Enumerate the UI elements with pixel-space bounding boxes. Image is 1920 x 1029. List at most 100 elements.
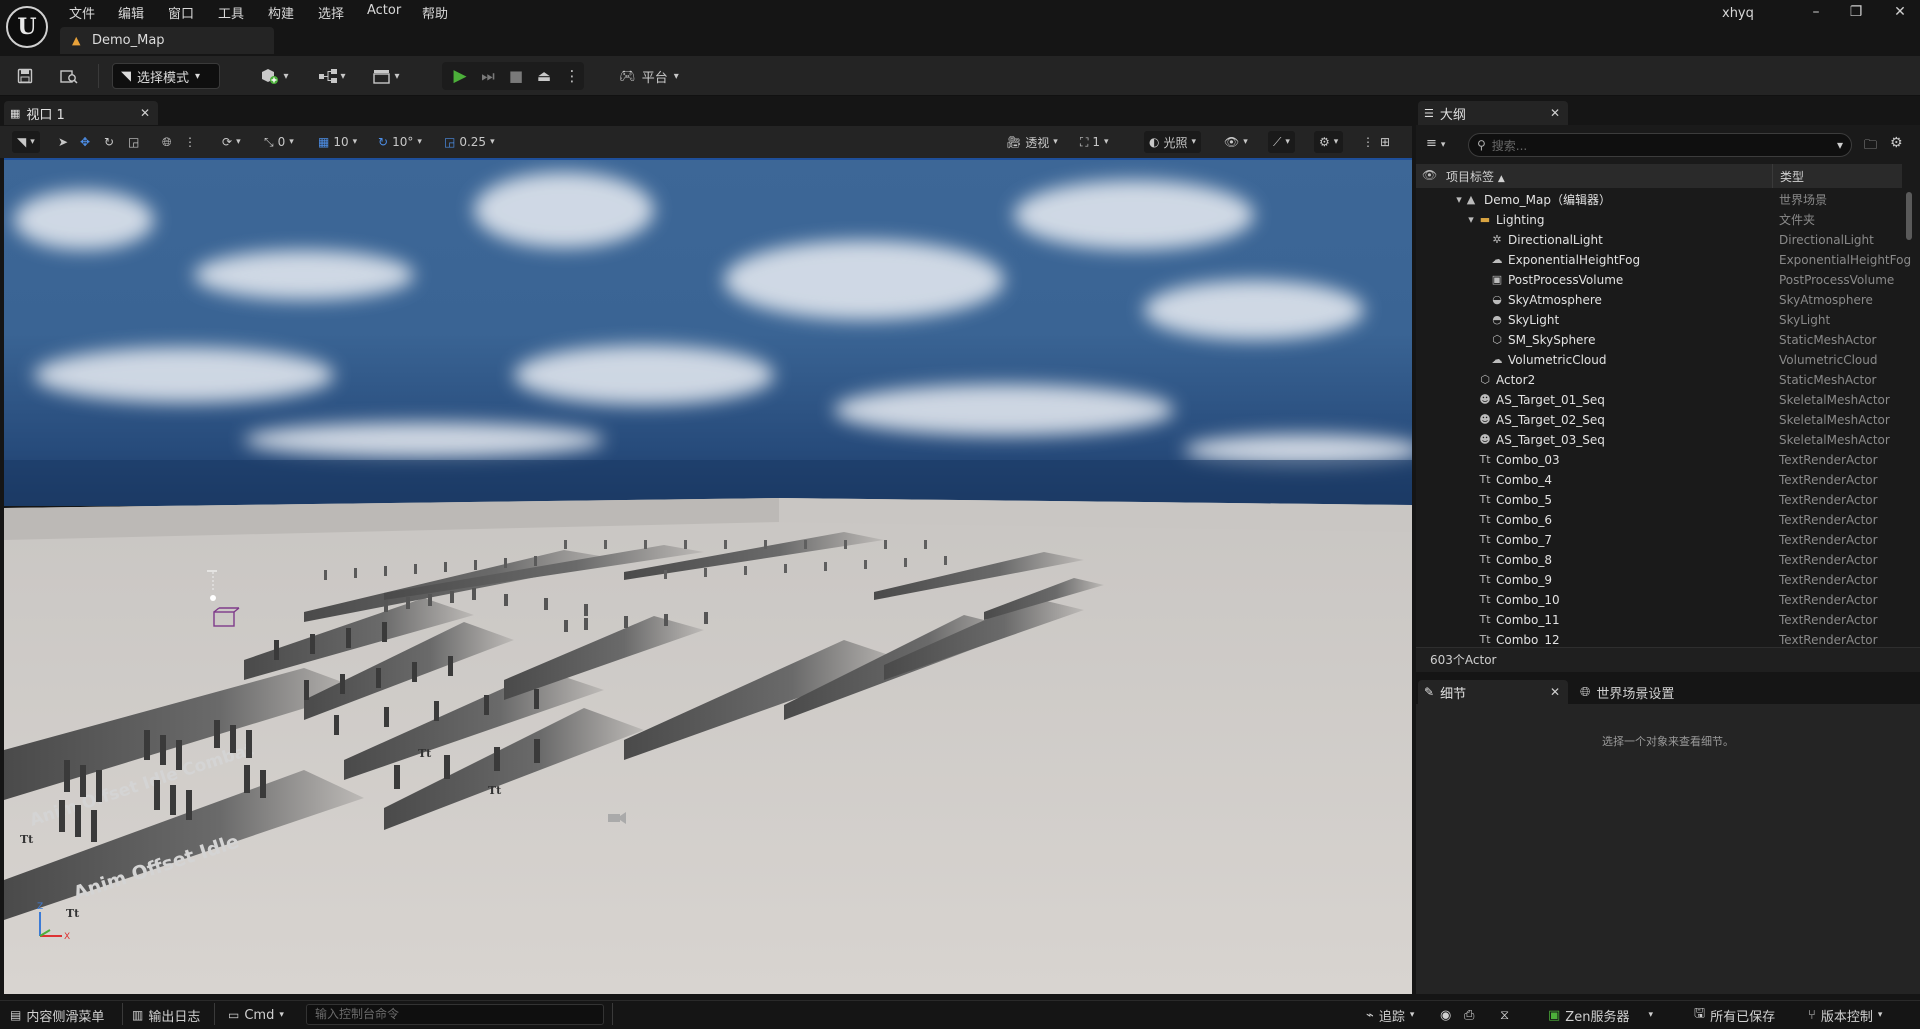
- outliner-row[interactable]: Tt Combo_9 TextRenderActor: [1416, 570, 1902, 590]
- outliner-row[interactable]: ☁ ExponentialHeightFog ExponentialHeightFo…: [1416, 250, 1912, 270]
- eject-icon[interactable]: ⏏: [532, 63, 556, 89]
- menu-help[interactable]: 帮助: [420, 3, 450, 22]
- visibility-eye-icon[interactable]: 👁︎: [1422, 168, 1437, 182]
- scale-tool-icon[interactable]: ◲: [128, 131, 139, 153]
- user-name[interactable]: xhyq: [1722, 6, 1754, 21]
- minimize-icon[interactable]: –: [1806, 2, 1826, 22]
- source-control-dropdown[interactable]: ⑂ 版本控制 ▾: [1808, 1005, 1882, 1025]
- viewport-options-icon[interactable]: ⋮: [184, 131, 196, 153]
- outliner-row[interactable]: ☻ AS_Target_01_Seq SkeletalMeshActor: [1416, 390, 1902, 410]
- world-local-icon[interactable]: 🌐︎: [162, 131, 172, 153]
- outliner-row[interactable]: ▾ ▲ Demo_Map（编辑器） 世界场景: [1416, 190, 1902, 210]
- zen-server-dropdown[interactable]: ▣ Zen服务器 ▾: [1548, 1005, 1653, 1025]
- outliner-row[interactable]: ▣ PostProcessVolume PostProcessVolume: [1416, 270, 1902, 290]
- performance-dropdown[interactable]: ⟋ ▾: [1268, 131, 1295, 153]
- column-item-label[interactable]: 项目标签 ▲: [1446, 168, 1505, 185]
- column-type[interactable]: 类型: [1780, 168, 1804, 185]
- browse-icon[interactable]: [56, 63, 82, 89]
- outliner-row[interactable]: Tt Combo_10 TextRenderActor: [1416, 590, 1902, 610]
- viewport-more-icon[interactable]: ⋮: [1362, 131, 1374, 153]
- cinematics-button[interactable]: ▾: [366, 63, 406, 89]
- record-icon[interactable]: ◉: [1440, 1005, 1451, 1025]
- menu-edit[interactable]: 编辑: [116, 3, 146, 22]
- gear-icon[interactable]: ⚙: [1890, 135, 1903, 151]
- outliner-row[interactable]: ◒ SkyAtmosphere SkyAtmosphere: [1416, 290, 1902, 310]
- content-drawer-button[interactable]: ▤ 内容侧滑菜单: [10, 1005, 104, 1025]
- outliner-row[interactable]: ☻ AS_Target_03_Seq SkeletalMeshActor: [1416, 430, 1902, 450]
- document-tab-demo-map[interactable]: ▲ Demo_Map: [60, 27, 274, 54]
- outliner-row[interactable]: Tt Combo_4 TextRenderActor: [1416, 470, 1902, 490]
- outliner-scrollbar[interactable]: [1906, 192, 1912, 240]
- chevron-down-icon[interactable]: ▾: [1837, 138, 1843, 152]
- outliner-row[interactable]: ☁ VolumetricCloud VolumetricCloud: [1416, 350, 1902, 370]
- outliner-search[interactable]: ⚲ 搜索... ▾: [1468, 133, 1852, 157]
- play-icon[interactable]: ▶: [448, 63, 472, 89]
- outliner-row[interactable]: ▾ ▬ Lighting 文件夹: [1416, 210, 1902, 230]
- translate-tool-icon[interactable]: ✥: [80, 131, 90, 153]
- settings-dropdown[interactable]: ⚙ ▾: [1314, 131, 1344, 153]
- menu-actor[interactable]: Actor: [365, 3, 403, 18]
- add-actor-button[interactable]: ▾: [254, 63, 294, 89]
- hourglass-icon[interactable]: ⧖: [1500, 1005, 1509, 1025]
- trace-dropdown[interactable]: ⌁ 追踪 ▾: [1366, 1005, 1414, 1025]
- outliner-row[interactable]: ◓ SkyLight SkyLight: [1416, 310, 1902, 330]
- stop-icon[interactable]: ■: [504, 63, 528, 89]
- outliner-row[interactable]: Tt Combo_11 TextRenderActor: [1416, 610, 1902, 630]
- translate-snap-dropdown[interactable]: ⤡ 0 ▾: [264, 131, 294, 153]
- outliner-row[interactable]: ⬡ Actor2 StaticMeshActor: [1416, 370, 1902, 390]
- select-tool-icon[interactable]: ➤: [58, 131, 68, 153]
- outliner-row[interactable]: Tt Combo_12 TextRenderActor: [1416, 630, 1902, 646]
- restore-icon[interactable]: ❐: [1846, 2, 1866, 22]
- close-icon[interactable]: ✕: [1550, 685, 1560, 699]
- rotate-snap-dropdown[interactable]: ↻ 10° ▾: [378, 131, 422, 153]
- outliner-row[interactable]: ⬡ SM_SkySphere StaticMeshActor: [1416, 330, 1902, 350]
- menu-select[interactable]: 选择: [316, 3, 346, 22]
- blueprint-button[interactable]: ▾: [312, 63, 352, 89]
- view-mode-dropdown[interactable]: 🎥︎ 透视 ▾: [1006, 131, 1058, 153]
- layout-icon[interactable]: ⊞: [1380, 131, 1390, 153]
- world-settings-tab[interactable]: 🌐︎ 世界场景设置: [1580, 680, 1674, 704]
- outliner-row[interactable]: ☻ AS_Target_02_Seq SkeletalMeshActor: [1416, 410, 1902, 430]
- filter-dropdown[interactable]: ≡ ▾: [1426, 136, 1445, 151]
- viewport-scene[interactable]: Anim Offset Idle Anim Offset Idle Combat…: [4, 160, 1412, 994]
- outliner-row[interactable]: ✲ DirectionalLight DirectionalLight: [1416, 230, 1902, 250]
- viewport-3d[interactable]: Anim Offset Idle Anim Offset Idle Combat…: [4, 158, 1412, 994]
- unreal-logo-icon[interactable]: U: [6, 6, 48, 48]
- lighting-dropdown[interactable]: ◐ 光照 ▾: [1144, 131, 1202, 153]
- outliner-tab[interactable]: ☰ 大纲 ✕: [1418, 101, 1568, 125]
- grid-snap-dropdown[interactable]: ▦ 10 ▾: [318, 131, 357, 153]
- select-mode-dropdown[interactable]: ◥ 选择模式 ▾: [112, 63, 220, 89]
- search-input[interactable]: 搜索...: [1492, 137, 1527, 154]
- surface-snap-dropdown[interactable]: ⟳ ▾: [222, 131, 241, 153]
- cmd-dropdown[interactable]: ▭ Cmd ▾: [228, 1005, 284, 1025]
- show-flags-dropdown[interactable]: 👁︎ ▾: [1224, 131, 1248, 153]
- console-command-input[interactable]: 输入控制台命令: [306, 1004, 604, 1025]
- outliner-row[interactable]: Tt Combo_03 TextRenderActor: [1416, 450, 1902, 470]
- close-icon[interactable]: ✕: [1550, 106, 1560, 120]
- close-icon[interactable]: ✕: [1890, 2, 1910, 22]
- play-options-icon[interactable]: ⋮: [564, 63, 580, 89]
- outliner-row[interactable]: Tt Combo_8 TextRenderActor: [1416, 550, 1902, 570]
- outliner-row[interactable]: Tt Combo_7 TextRenderActor: [1416, 530, 1902, 550]
- details-tab[interactable]: ✎ 细节 ✕: [1418, 680, 1568, 704]
- step-forward-icon[interactable]: ⏭: [476, 63, 500, 89]
- camera-speed-dropdown[interactable]: ⛶ 1 ▾: [1080, 131, 1109, 153]
- screenshot-icon[interactable]: ⎙: [1464, 1005, 1474, 1025]
- viewport-tab[interactable]: ▦ 视口 1 ✕: [4, 101, 158, 125]
- menu-tools[interactable]: 工具: [216, 3, 246, 22]
- rotate-tool-icon[interactable]: ↻: [104, 131, 114, 153]
- add-folder-icon[interactable]: 🗀︎: [1864, 136, 1877, 158]
- expand-arrow-icon[interactable]: ▾: [1464, 210, 1478, 230]
- scale-snap-dropdown[interactable]: ◲ 0.25 ▾: [444, 131, 495, 153]
- transform-mode-dropdown[interactable]: ◥ ▾: [12, 131, 40, 153]
- save-icon[interactable]: [12, 63, 38, 89]
- menu-window[interactable]: 窗口: [166, 3, 196, 22]
- platform-dropdown[interactable]: 🎮︎ 平台 ▾: [612, 63, 686, 89]
- outliner-row[interactable]: Tt Combo_6 TextRenderActor: [1416, 510, 1902, 530]
- outliner-row[interactable]: Tt Combo_5 TextRenderActor: [1416, 490, 1902, 510]
- menu-file[interactable]: 文件: [67, 3, 97, 22]
- output-log-button[interactable]: ▥ 输出日志: [132, 1005, 200, 1025]
- save-status[interactable]: 🖫︎ 所有已保存: [1694, 1005, 1775, 1025]
- close-icon[interactable]: ✕: [140, 106, 150, 120]
- menu-build[interactable]: 构建: [266, 3, 296, 22]
